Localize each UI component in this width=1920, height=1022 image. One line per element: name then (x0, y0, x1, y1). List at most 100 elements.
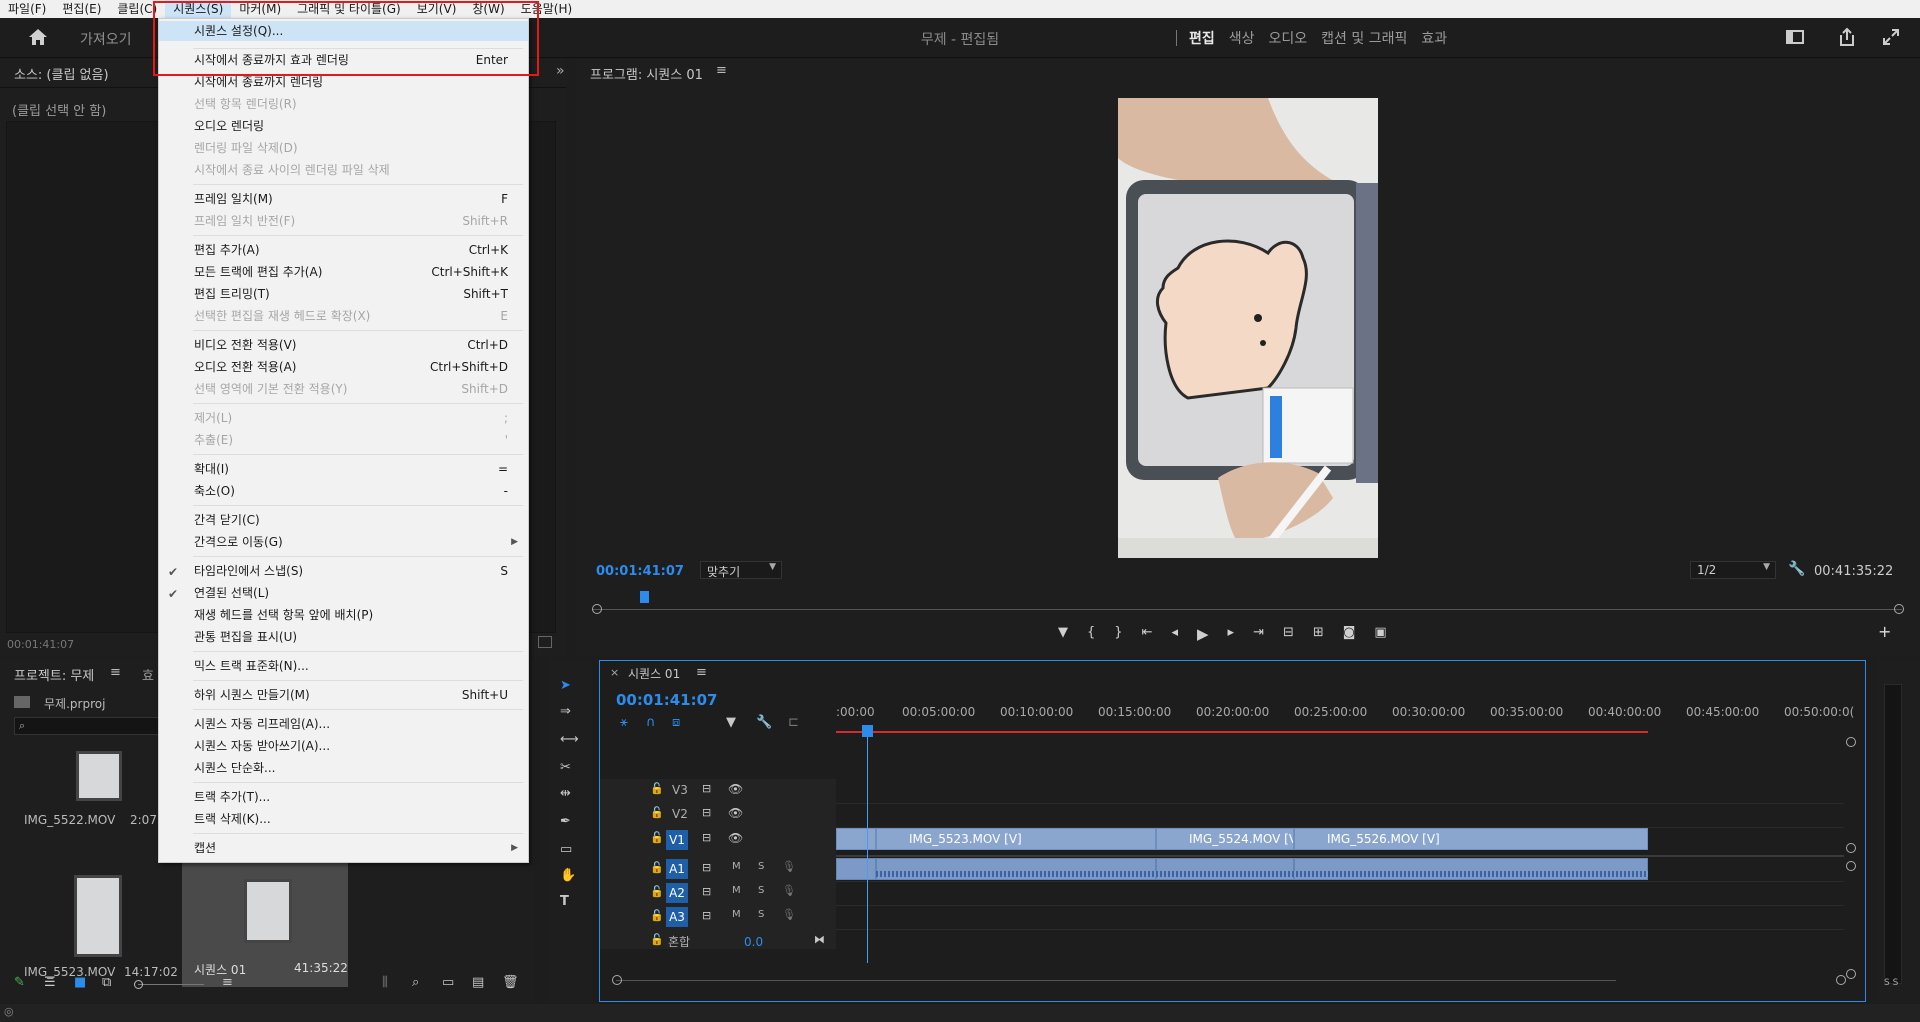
ripple-edit-tool-icon[interactable]: ⟷ (560, 732, 579, 747)
mix-value[interactable]: 0.0 (744, 935, 763, 949)
menu-item-auto-transcribe[interactable]: 시퀀스 자동 받아쓰기(A)... (159, 736, 528, 756)
menu-item-audio-transition[interactable]: 오디오 전환 적용(A) Ctrl+Shift+D (159, 357, 528, 377)
menu-item-auto-reframe[interactable]: 시퀀스 자동 리프레임(A)... (159, 714, 528, 734)
play-icon[interactable]: ▶ (1197, 625, 1209, 645)
timeline-playhead[interactable] (867, 729, 868, 963)
eye-icon[interactable]: 👁 (728, 831, 743, 845)
menu-item-go-to-gap[interactable]: 간격으로 이동(G) ▶ (159, 532, 528, 552)
menu-item-show-through-edits[interactable]: 관통 편집을 표시(U) (159, 627, 528, 647)
camera-icon[interactable]: ◙ (1343, 625, 1356, 645)
scroll-handle-left[interactable] (612, 975, 622, 985)
lock-icon[interactable]: 🔓 (650, 782, 664, 795)
track-target-a3[interactable]: A3 (666, 907, 688, 927)
workspace-captions[interactable]: 캡션 및 그래픽 (1314, 28, 1414, 48)
mute-button[interactable]: M (732, 861, 741, 872)
timeline-playhead-handle[interactable] (862, 725, 873, 737)
menu-item-trim-edit[interactable]: 편집 트리밍(T) Shift+T (159, 284, 528, 304)
program-menu-icon[interactable]: ≡ (716, 63, 727, 78)
slip-tool-icon[interactable]: ⇹ (560, 786, 571, 801)
project-title-tab[interactable]: 프로젝트: 무제 (14, 665, 94, 684)
find-icon[interactable]: ⌕ (412, 975, 419, 990)
menu-item-captions[interactable]: 캡션 ▶ (159, 838, 528, 858)
work-area-bar[interactable] (836, 731, 1648, 733)
hand-tool-icon[interactable]: ✋ (560, 868, 576, 883)
solo-button[interactable]: S (758, 909, 764, 920)
menu-item-extend-edit[interactable]: 선택한 편집을 재생 헤드로 확장(X) E (159, 306, 528, 326)
track-label[interactable]: V3 (672, 783, 688, 797)
step-back-icon[interactable]: ◂ (1171, 625, 1178, 645)
bin-item-sequence[interactable]: 시퀀스 01 41:35:22 (182, 863, 348, 987)
microphone-icon[interactable]: 🎙 (782, 908, 796, 921)
vertical-scroll-audio[interactable] (1846, 861, 1856, 871)
resolution-dropdown[interactable]: 1/2 ▼ (1690, 561, 1776, 579)
menu-item-zoom-in[interactable]: 확대(I) = (159, 459, 528, 479)
program-title[interactable]: 프로그램: 시퀀스 01 (590, 64, 703, 83)
type-tool-icon[interactable]: T (560, 894, 569, 909)
track-target-a1[interactable]: A1 (666, 859, 688, 879)
menu-item-make-subsequence[interactable]: 하위 시퀀스 만들기(M) Shift+U (159, 685, 528, 705)
menu-item-add-tracks[interactable]: 트랙 추가(T)... (159, 787, 528, 807)
marker-icon[interactable]: ▼ (726, 715, 736, 730)
new-item-icon[interactable]: ▤ (472, 975, 484, 990)
lock-icon[interactable]: 🔓 (650, 933, 664, 946)
menu-item-extract[interactable]: 추출(E) ' (159, 430, 528, 450)
add-button-icon[interactable]: + (1878, 622, 1891, 641)
selection-tool-icon[interactable]: ➤ (560, 678, 571, 693)
lock-icon[interactable]: 🔓 (650, 806, 664, 819)
lock-icon[interactable]: 🔓 (650, 831, 664, 844)
icon-view-icon[interactable]: ■ (74, 975, 86, 990)
scrub-start-handle[interactable] (592, 604, 602, 614)
menu-item-render-audio[interactable]: 오디오 렌더링 (159, 116, 528, 136)
solo-button[interactable]: S (758, 861, 764, 872)
menu-item-add-edit-all[interactable]: 모든 트랙에 편집 추가(A) Ctrl+Shift+K (159, 262, 528, 282)
menu-item-close-gap[interactable]: 간격 닫기(C) (159, 510, 528, 530)
go-to-out-icon[interactable]: ⇥ (1253, 625, 1264, 645)
track-label[interactable]: V2 (672, 807, 688, 821)
track-target-a2[interactable]: A2 (666, 883, 688, 903)
workspace-effects[interactable]: 효과 (1414, 28, 1454, 48)
menu-item-simplify-sequence[interactable]: 시퀀스 단순화... (159, 758, 528, 778)
scroll-handle-right[interactable] (1836, 975, 1846, 985)
menu-edit[interactable]: 편집(E) (54, 0, 109, 18)
vertical-scroll-mid[interactable] (1846, 843, 1856, 853)
mix-end-icon[interactable]: ⧓ (814, 933, 825, 946)
menu-item-render-selection[interactable]: 선택 항목 렌더링(R) (159, 94, 528, 114)
zoom-slider[interactable] (138, 984, 204, 985)
vertical-scroll-bottom[interactable] (1846, 969, 1856, 979)
mark-out-icon[interactable]: } (1114, 625, 1122, 645)
bin-item[interactable]: IMG_5523.MOV 14:17:02 (14, 869, 182, 987)
share-icon[interactable] (1838, 27, 1856, 50)
export-frame-icon[interactable] (538, 636, 552, 648)
menu-item-add-edit[interactable]: 편집 추가(A) Ctrl+K (159, 240, 528, 260)
fullscreen-icon[interactable] (1882, 28, 1900, 49)
timeline-menu-icon[interactable]: ≡ (696, 665, 707, 680)
settings-wrench-icon[interactable]: 🔧 (756, 715, 772, 730)
snap-icon[interactable]: ∩ (646, 715, 656, 730)
bin-item[interactable]: IMG_5522.MOV 2:07: (14, 751, 161, 863)
video-clip[interactable] (836, 828, 876, 850)
source-title[interactable]: 소스: (클립 없음) (14, 64, 109, 83)
project-search-input[interactable]: ⌕ (14, 717, 159, 735)
workspace-audio[interactable]: 오디오 (1262, 28, 1315, 48)
program-timecode[interactable]: 00:01:41:07 (596, 564, 684, 579)
effects-tab[interactable]: 효 (142, 665, 154, 684)
video-clip[interactable]: IMG_5523.MOV [V] (876, 828, 1156, 850)
menu-item-zoom-out[interactable]: 축소(O) - (159, 481, 528, 501)
scrub-end-handle[interactable] (1894, 604, 1904, 614)
automate-icon[interactable]: ⫼ (382, 975, 388, 990)
pencil-icon[interactable]: ✎ (14, 975, 25, 990)
close-icon[interactable]: × (610, 666, 619, 679)
zoom-slider-handle[interactable] (134, 980, 143, 989)
video-clip[interactable]: IMG_5524.MOV [V] (1156, 828, 1294, 850)
extract-icon[interactable]: ⊞ (1313, 625, 1324, 645)
menu-item-linked-selection[interactable]: ✔ 연결된 선택(L) (159, 583, 528, 603)
workspace-edit[interactable]: 편집 (1182, 28, 1222, 48)
lock-icon[interactable]: 🔓 (650, 909, 664, 922)
go-to-in-icon[interactable]: ⇤ (1142, 625, 1153, 645)
menu-item-snap[interactable]: ✔ 타임라인에서 스냅(S) S (159, 561, 528, 581)
sync-lock-icon[interactable]: ⊟ (702, 806, 711, 819)
step-forward-icon[interactable]: ▸ (1228, 625, 1235, 645)
program-scrub-bar[interactable] (592, 609, 1902, 610)
menu-item-lift[interactable]: 제거(L); (159, 408, 528, 428)
track-select-tool-icon[interactable]: ⇒ (560, 704, 571, 719)
